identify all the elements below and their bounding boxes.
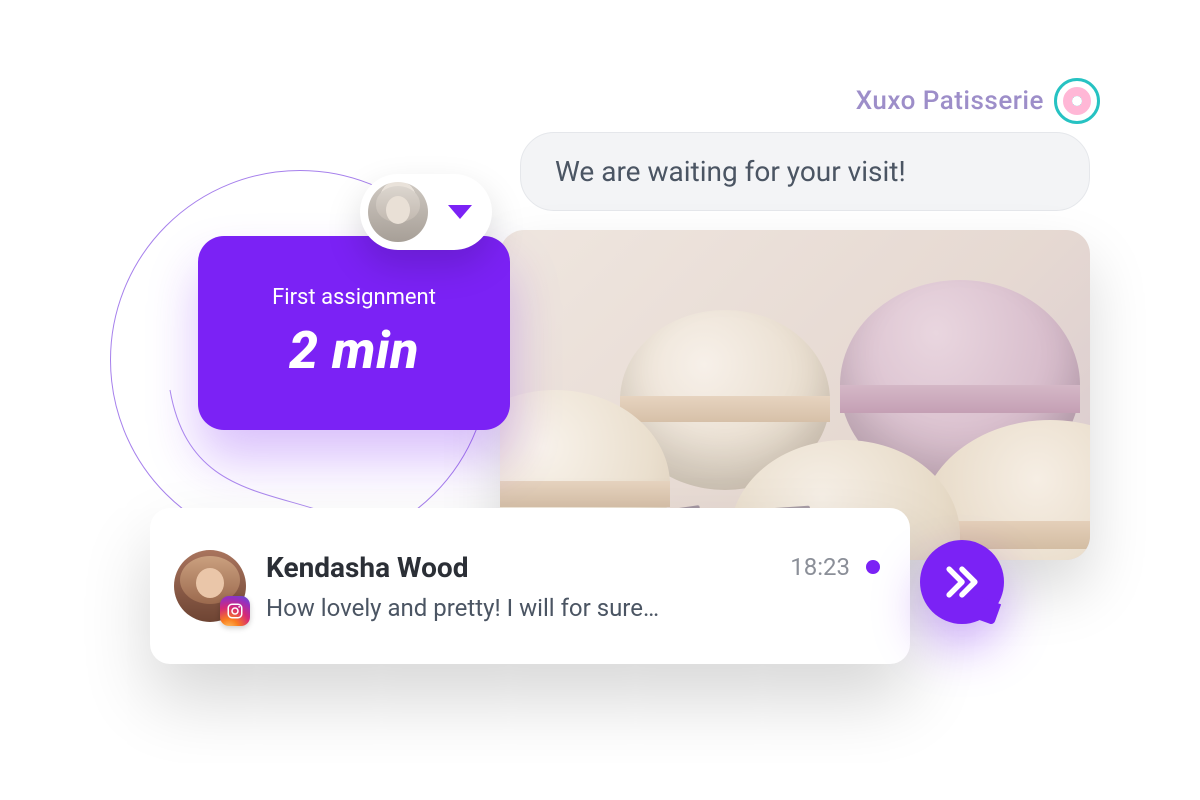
brand-header: Xuxo Patisserie [856, 78, 1100, 124]
business-message-text: We are waiting for your visit! [555, 155, 906, 188]
commenter-name: Kendasha Wood [266, 551, 468, 584]
brand-name: Xuxo Patisserie [856, 86, 1044, 116]
first-assignment-card: First assignment 2 min [198, 236, 510, 430]
business-message-bubble: We are waiting for your visit! [520, 132, 1090, 211]
comment-text: How lovely and pretty! I will for sure… [266, 594, 880, 622]
commenter-avatar [174, 550, 246, 622]
reply-button[interactable] [920, 540, 1004, 624]
donut-icon [1054, 78, 1100, 124]
comment-body: Kendasha Wood 18:23 How lovely and prett… [266, 551, 880, 622]
assignment-time: 2 min [289, 320, 419, 381]
incoming-comment-card[interactable]: Kendasha Wood 18:23 How lovely and prett… [150, 508, 910, 664]
double-chevron-right-icon [940, 560, 984, 604]
assignment-label: First assignment [272, 285, 436, 310]
chevron-down-icon [448, 205, 472, 219]
agent-selector[interactable] [360, 174, 492, 250]
agent-avatar [368, 182, 428, 242]
unread-indicator [866, 560, 880, 574]
instagram-icon [220, 596, 250, 626]
comment-time: 18:23 [790, 553, 850, 581]
